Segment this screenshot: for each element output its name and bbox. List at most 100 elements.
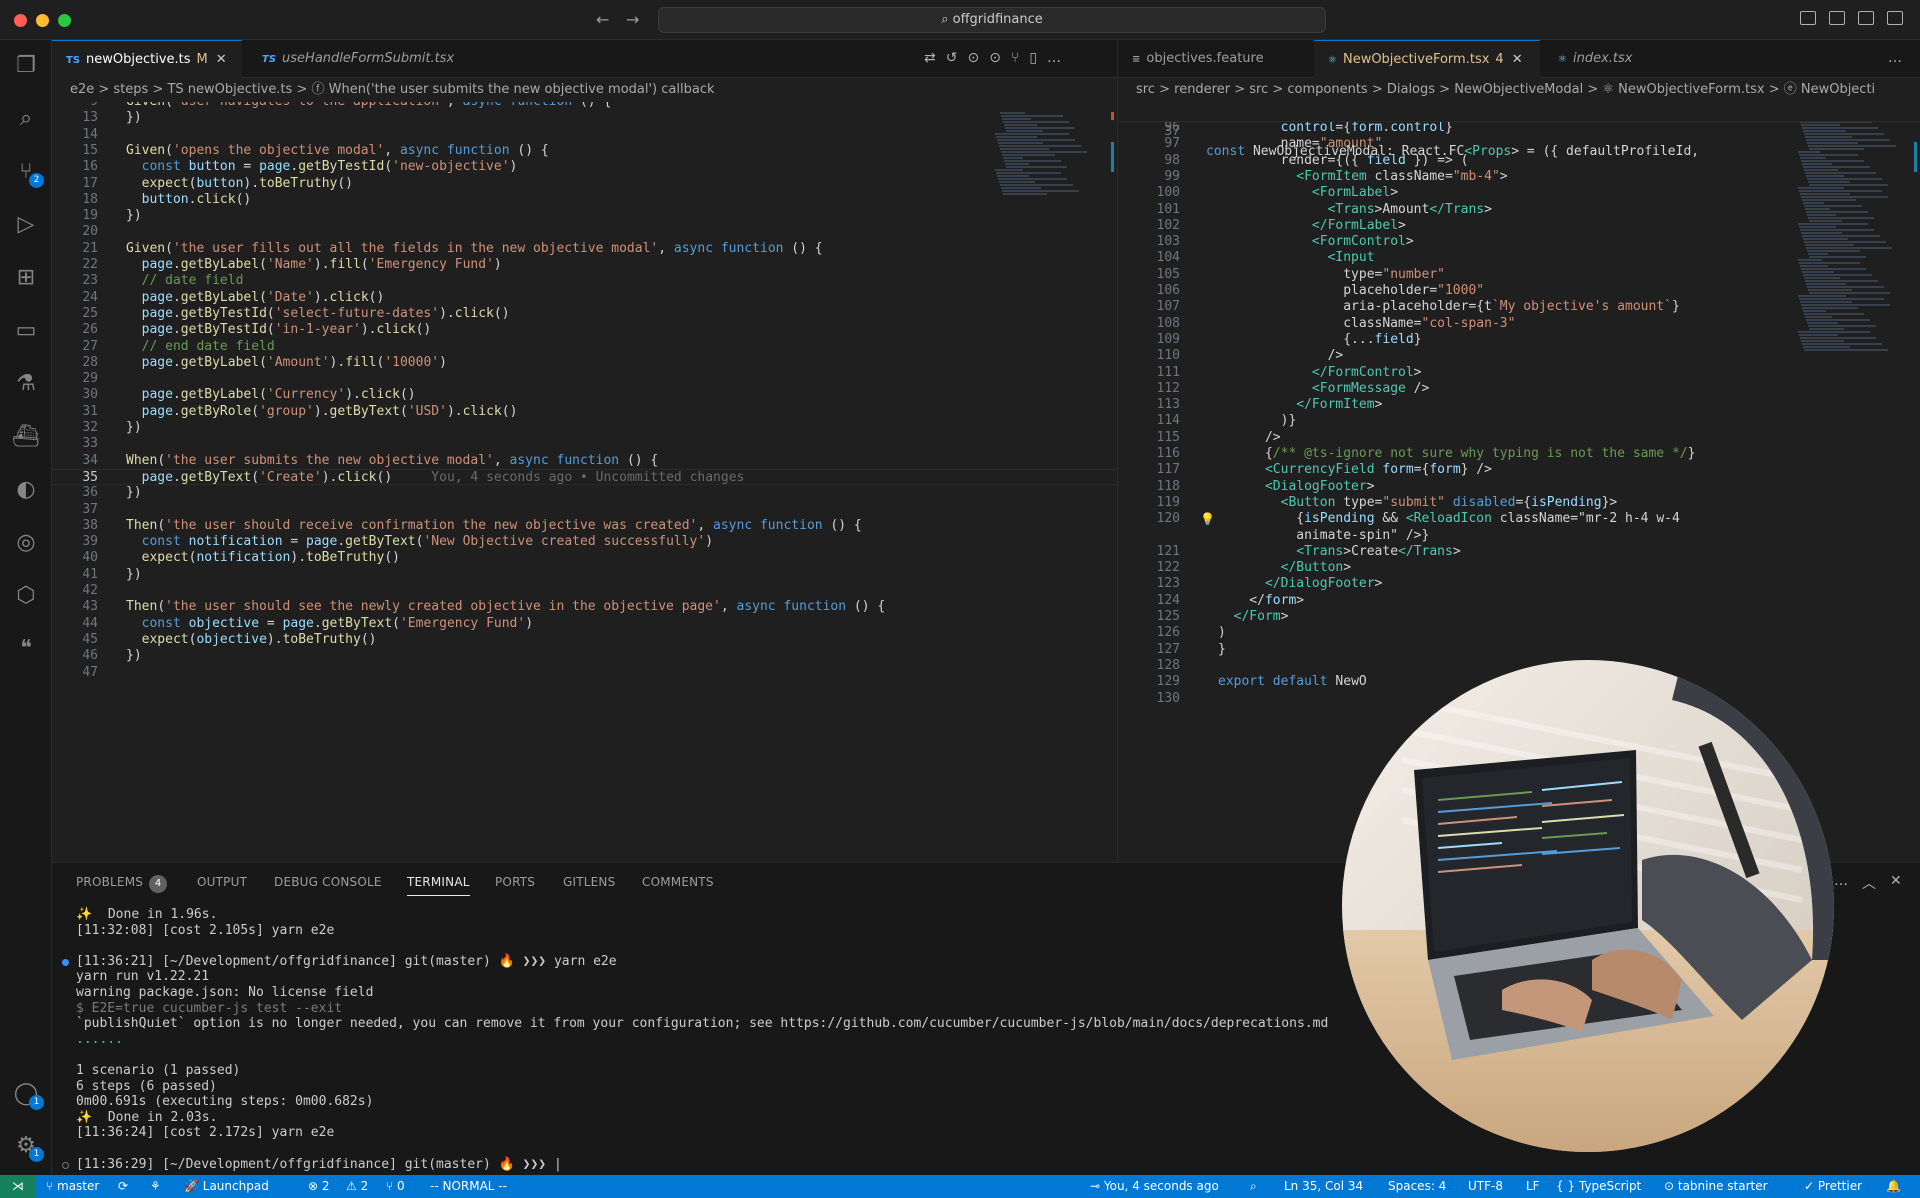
close-tab-icon[interactable]: ✕ <box>1512 52 1523 67</box>
code-line[interactable]: 33 <box>52 436 1117 452</box>
code-line[interactable]: 35 page.getByText('Create').click() You,… <box>52 468 1117 485</box>
explorer-icon[interactable]: ❐ <box>12 52 40 80</box>
source-control-icon[interactable]: ⑂ 2 <box>12 158 44 188</box>
panel-tab-output[interactable]: OUTPUT <box>197 875 247 889</box>
code-line[interactable]: 39 const notification = page.getByText('… <box>52 534 1117 550</box>
run-debug-icon[interactable]: ▷ <box>12 211 40 239</box>
code-line[interactable]: 22 page.getByLabel('Name').fill('Emergen… <box>52 257 1117 273</box>
cursor-position-status[interactable]: Ln 35, Col 34 <box>1284 1175 1363 1198</box>
toggle-panel-icon[interactable] <box>1829 11 1845 25</box>
code-line[interactable]: 14 <box>52 127 1117 143</box>
code-line[interactable]: 36}) <box>52 485 1117 501</box>
code-line[interactable]: 37 <box>52 502 1117 518</box>
close-window-button[interactable] <box>14 14 27 27</box>
manage-gear-icon[interactable]: ⚙ 1 <box>12 1132 44 1162</box>
code-line[interactable]: 20 <box>52 224 1117 240</box>
breadcrumb[interactable]: src > renderer > src > components > Dial… <box>1118 78 1920 102</box>
indentation-status[interactable]: Spaces: 4 <box>1388 1175 1446 1198</box>
close-panel-icon[interactable]: ✕ <box>1890 873 1902 889</box>
breadcrumb[interactable]: e2e > steps > TS newObjective.ts > ⓕ Whe… <box>52 78 1117 102</box>
code-line[interactable]: 9 Given('user navigates to the applicatio… <box>52 102 1117 110</box>
remote-explorer-icon[interactable]: ▭ <box>12 317 40 345</box>
minimap-left[interactable] <box>987 102 1117 862</box>
gitlens-inspect-icon[interactable]: ◎ <box>12 529 40 557</box>
code-line[interactable]: 45 expect(objective).toBeTruthy() <box>52 632 1117 648</box>
tabnine-status[interactable]: ⊙ tabnine starter <box>1664 1175 1768 1198</box>
code-line[interactable]: 42 <box>52 583 1117 599</box>
code-line[interactable]: 41}) <box>52 567 1117 583</box>
warnings-status[interactable]: ⚠ 2 <box>346 1175 368 1198</box>
gitlens-icon[interactable]: ◐ <box>12 476 40 504</box>
panel-tab-debug-console[interactable]: DEBUG CONSOLE <box>274 875 382 889</box>
code-line[interactable]: 26 page.getByTestId('in-1-year').click() <box>52 322 1117 338</box>
panel-tab-terminal[interactable]: TERMINAL <box>407 875 470 896</box>
code-line[interactable]: 46}) <box>52 648 1117 664</box>
code-editor-left[interactable]: 9 Given('user navigates to the applicatio… <box>52 102 1117 862</box>
code-line[interactable]: 34 When('the user submits the new objecti… <box>52 453 1117 469</box>
code-line[interactable]: 47 <box>52 665 1117 681</box>
code-line[interactable]: 15 Given('opens the objective modal', asy… <box>52 143 1117 159</box>
launchpad-status[interactable]: 🚀 Launchpad <box>184 1175 269 1198</box>
account-icon[interactable]: ◯ 1 <box>12 1080 44 1110</box>
search-icon[interactable]: ⌕ <box>12 105 40 133</box>
encoding-status[interactable]: UTF-8 <box>1468 1175 1503 1198</box>
panel-tab-ports[interactable]: PORTS <box>495 875 535 889</box>
panel-tab-comments[interactable]: COMMENTS <box>642 875 714 889</box>
command-center-search[interactable]: ⌕ offgridfinance <box>658 7 1326 33</box>
ports-status[interactable]: ⑂ 0 <box>386 1175 405 1198</box>
code-line[interactable]: 17 expect(button).toBeTruthy() <box>52 176 1117 192</box>
zoom-icon[interactable]: ⌕ <box>1250 1175 1257 1198</box>
code-line[interactable]: 40 expect(notification).toBeTruthy() <box>52 550 1117 566</box>
code-line[interactable]: 27 // end date field <box>52 339 1117 355</box>
panel-more-icon[interactable]: … <box>1834 873 1848 889</box>
code-line[interactable]: 23 // date field <box>52 273 1117 289</box>
toggle-secondary-sidebar-icon[interactable] <box>1858 11 1874 25</box>
code-line[interactable]: 24 page.getByLabel('Date').click() <box>52 290 1117 306</box>
remote-indicator-icon[interactable]: ⋊ <box>0 1175 36 1198</box>
maximize-window-button[interactable] <box>58 14 71 27</box>
lightbulb-icon[interactable]: 💡 <box>1200 511 1215 527</box>
testing-icon[interactable]: ⚗ <box>12 370 40 398</box>
code-line[interactable]: 38 Then('the user should receive confirma… <box>52 518 1117 534</box>
code-line[interactable]: 28 page.getByLabel('Amount').fill('10000… <box>52 355 1117 371</box>
tab-newobjectiveform-tsx[interactable]: ⚛ NewObjectiveForm.tsx 4 ✕ <box>1314 40 1540 78</box>
tab-usehandleformsubmit-tsx[interactable]: TS useHandleFormSubmit.tsx <box>248 40 468 78</box>
tab-index-tsx[interactable]: ⚛ index.tsx <box>1544 40 1674 78</box>
editor-actions-left[interactable]: ⇄↺⊙⊙⑂▯… <box>924 50 1071 66</box>
prettier-status[interactable]: ✓ Prettier <box>1804 1175 1862 1198</box>
code-line[interactable]: 43 Then('the user should see the newly cr… <box>52 599 1117 615</box>
code-line[interactable]: 18 button.click() <box>52 192 1117 208</box>
toggle-primary-sidebar-icon[interactable] <box>1800 11 1816 25</box>
close-tab-icon[interactable]: ✕ <box>216 52 227 67</box>
errors-status[interactable]: ⊗ 2 <box>308 1175 330 1198</box>
code-line[interactable]: 19}) <box>52 208 1117 224</box>
code-line[interactable]: 16 const button = page.getByTestId('new-… <box>52 159 1117 175</box>
panel-tab-gitlens[interactable]: GITLENS <box>563 875 615 889</box>
language-mode-status[interactable]: { } TypeScript <box>1556 1175 1641 1198</box>
code-line[interactable]: 13}) <box>52 110 1117 126</box>
sync-icon[interactable]: ⟳ <box>118 1175 128 1198</box>
back-arrow-icon[interactable]: ← <box>596 10 609 29</box>
code-line[interactable]: 31 page.getByRole('group').getByText('US… <box>52 404 1117 420</box>
notifications-bell-icon[interactable]: 🔔 <box>1886 1175 1901 1198</box>
git-graph-icon[interactable]: ⚘ <box>150 1175 161 1198</box>
code-line[interactable]: 25 page.getByTestId('select-future-dates… <box>52 306 1117 322</box>
docker-icon[interactable]: ⛴ <box>12 423 40 451</box>
git-blame-status[interactable]: ⊸ You, 4 seconds ago <box>1090 1175 1219 1198</box>
extensions-icon[interactable]: ⊞ <box>12 264 40 292</box>
customize-layout-icon[interactable] <box>1887 11 1903 25</box>
panel-tab-problems[interactable]: PROBLEMS 4 <box>76 875 168 893</box>
minimap-right[interactable] <box>1790 102 1920 862</box>
tab-objectives-feature[interactable]: ≡ objectives.feature <box>1118 40 1314 78</box>
more-actions-icon[interactable]: … <box>1888 50 1912 66</box>
code-line[interactable]: 32}) <box>52 420 1117 436</box>
minimize-window-button[interactable] <box>36 14 49 27</box>
maximize-panel-icon[interactable]: ︿ <box>1862 873 1876 893</box>
eol-status[interactable]: LF <box>1526 1175 1540 1198</box>
code-line[interactable]: 21 Given('the user fills out all the fiel… <box>52 241 1117 257</box>
code-line[interactable]: 29 <box>52 371 1117 387</box>
cube-icon[interactable]: ⬡ <box>12 582 40 610</box>
forward-arrow-icon[interactable]: → <box>626 10 639 29</box>
quote-icon[interactable]: ❝ <box>12 635 40 663</box>
branch-status[interactable]: ⑂ master <box>46 1175 99 1198</box>
